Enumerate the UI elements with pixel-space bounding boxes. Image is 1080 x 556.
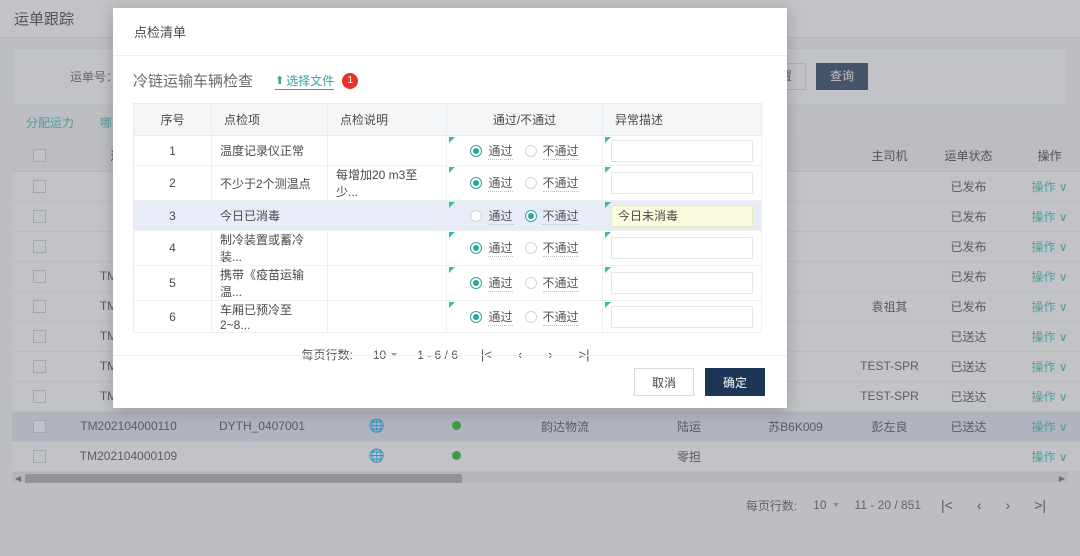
radio-fail-label: 不通过 bbox=[543, 207, 579, 225]
editable-marker-icon bbox=[605, 137, 611, 143]
radio-fail[interactable] bbox=[525, 210, 537, 222]
cell-remark[interactable] bbox=[603, 266, 762, 301]
checklist-header-row: 序号 点检项 点检说明 通过/不通过 异常描述 bbox=[134, 104, 762, 136]
editable-marker-icon bbox=[449, 137, 455, 143]
dialog-title: 点检清单 bbox=[134, 22, 186, 41]
radio-pass[interactable] bbox=[470, 145, 482, 157]
radio-pass[interactable] bbox=[470, 277, 482, 289]
radio-pass-label: 通过 bbox=[488, 207, 512, 225]
col-remark: 异常描述 bbox=[603, 104, 762, 136]
editable-marker-icon bbox=[449, 267, 455, 273]
checklist-table: 序号 点检项 点检说明 通过/不通过 异常描述 1温度记录仪正常通过不通过2不少… bbox=[133, 103, 762, 333]
editable-marker-icon bbox=[449, 302, 455, 308]
editable-marker-icon bbox=[449, 167, 455, 173]
cell-check-item: 车厢已预冷至2~8... bbox=[212, 301, 328, 333]
cell-check-item: 制冷装置或蓄冷装... bbox=[212, 231, 328, 266]
cell-result[interactable]: 通过 不通过 bbox=[447, 136, 603, 166]
checklist-row[interactable]: 6车厢已预冷至2~8... 通过 不通过 bbox=[134, 301, 762, 333]
radio-fail[interactable] bbox=[525, 242, 537, 254]
radio-pass[interactable] bbox=[470, 177, 482, 189]
editable-marker-icon bbox=[605, 267, 611, 273]
col-index: 序号 bbox=[134, 104, 212, 136]
remark-input[interactable] bbox=[611, 172, 753, 194]
radio-pass-label: 通过 bbox=[488, 274, 512, 292]
cell-index: 6 bbox=[134, 301, 212, 333]
section-title: 冷链运输车辆检查 bbox=[133, 70, 253, 91]
radio-fail[interactable] bbox=[525, 311, 537, 323]
editable-marker-icon bbox=[605, 167, 611, 173]
remark-input[interactable] bbox=[611, 140, 753, 162]
checklist-row[interactable]: 3今日已消毒 通过 不通过 bbox=[134, 201, 762, 231]
col-desc: 点检说明 bbox=[328, 104, 447, 136]
cell-check-desc bbox=[328, 266, 447, 301]
choose-file-link[interactable]: ⬆ 选择文件 bbox=[275, 72, 334, 90]
choose-file-label: 选择文件 bbox=[286, 72, 334, 89]
cell-check-item: 温度记录仪正常 bbox=[212, 136, 328, 166]
radio-pass-label: 通过 bbox=[488, 308, 512, 326]
cell-remark[interactable] bbox=[603, 136, 762, 166]
editable-marker-icon bbox=[449, 232, 455, 238]
dialog-section-header: 冷链运输车辆检查 ⬆ 选择文件 1 bbox=[133, 70, 767, 91]
radio-fail[interactable] bbox=[525, 145, 537, 157]
radio-pass-label: 通过 bbox=[488, 239, 512, 257]
cell-result[interactable]: 通过 不通过 bbox=[447, 201, 603, 231]
cell-remark[interactable] bbox=[603, 301, 762, 333]
cell-index: 2 bbox=[134, 166, 212, 201]
cell-remark[interactable] bbox=[603, 166, 762, 201]
editable-marker-icon bbox=[605, 202, 611, 208]
radio-fail-label: 不通过 bbox=[543, 142, 579, 160]
cell-check-item: 不少于2个测温点 bbox=[212, 166, 328, 201]
file-count-badge: 1 bbox=[342, 73, 358, 89]
cell-result[interactable]: 通过 不通过 bbox=[447, 231, 603, 266]
checklist-dialog: 点检清单 冷链运输车辆检查 ⬆ 选择文件 1 序号 点检项 点检 bbox=[113, 8, 787, 408]
editable-marker-icon bbox=[449, 202, 455, 208]
remark-input[interactable] bbox=[611, 237, 753, 259]
cell-check-desc bbox=[328, 231, 447, 266]
cell-result[interactable]: 通过 不通过 bbox=[447, 166, 603, 201]
radio-fail[interactable] bbox=[525, 177, 537, 189]
checklist-row[interactable]: 2不少于2个测温点每增加20 m3至少... 通过 不通过 bbox=[134, 166, 762, 201]
dialog-body: 冷链运输车辆检查 ⬆ 选择文件 1 序号 点检项 点检说明 通过/不通过 bbox=[113, 56, 787, 375]
cell-check-desc bbox=[328, 136, 447, 166]
cell-index: 3 bbox=[134, 201, 212, 231]
checklist-row[interactable]: 1温度记录仪正常 通过 不通过 bbox=[134, 136, 762, 166]
col-item: 点检项 bbox=[212, 104, 328, 136]
radio-fail[interactable] bbox=[525, 277, 537, 289]
cell-remark[interactable] bbox=[603, 201, 762, 231]
confirm-button[interactable]: 确定 bbox=[705, 368, 765, 396]
radio-pass[interactable] bbox=[470, 210, 482, 222]
radio-fail-label: 不通过 bbox=[543, 239, 579, 257]
checklist-row[interactable]: 4制冷装置或蓄冷装... 通过 不通过 bbox=[134, 231, 762, 266]
cell-result[interactable]: 通过 不通过 bbox=[447, 301, 603, 333]
col-result: 通过/不通过 bbox=[447, 104, 603, 136]
dialog-header: 点检清单 bbox=[113, 8, 787, 56]
remark-input[interactable] bbox=[611, 272, 753, 294]
editable-marker-icon bbox=[605, 302, 611, 308]
cell-check-desc: 每增加20 m3至少... bbox=[328, 166, 447, 201]
cell-index: 1 bbox=[134, 136, 212, 166]
editable-marker-icon bbox=[605, 232, 611, 238]
cell-result[interactable]: 通过 不通过 bbox=[447, 266, 603, 301]
radio-pass[interactable] bbox=[470, 311, 482, 323]
cell-remark[interactable] bbox=[603, 231, 762, 266]
radio-pass-label: 通过 bbox=[488, 174, 512, 192]
upload-icon: ⬆ bbox=[275, 74, 284, 87]
remark-input[interactable] bbox=[611, 205, 753, 227]
radio-fail-label: 不通过 bbox=[543, 174, 579, 192]
cell-check-desc bbox=[328, 301, 447, 333]
cell-index: 5 bbox=[134, 266, 212, 301]
radio-fail-label: 不通过 bbox=[543, 308, 579, 326]
radio-fail-label: 不通过 bbox=[543, 274, 579, 292]
dialog-footer: 取消 确定 bbox=[113, 355, 787, 408]
cell-check-item: 今日已消毒 bbox=[212, 201, 328, 231]
cell-index: 4 bbox=[134, 231, 212, 266]
radio-pass[interactable] bbox=[470, 242, 482, 254]
cell-check-desc bbox=[328, 201, 447, 231]
radio-pass-label: 通过 bbox=[488, 142, 512, 160]
cell-check-item: 携带《疫苗运输温... bbox=[212, 266, 328, 301]
checklist-row[interactable]: 5携带《疫苗运输温... 通过 不通过 bbox=[134, 266, 762, 301]
cancel-button[interactable]: 取消 bbox=[634, 368, 694, 396]
remark-input[interactable] bbox=[611, 306, 753, 328]
